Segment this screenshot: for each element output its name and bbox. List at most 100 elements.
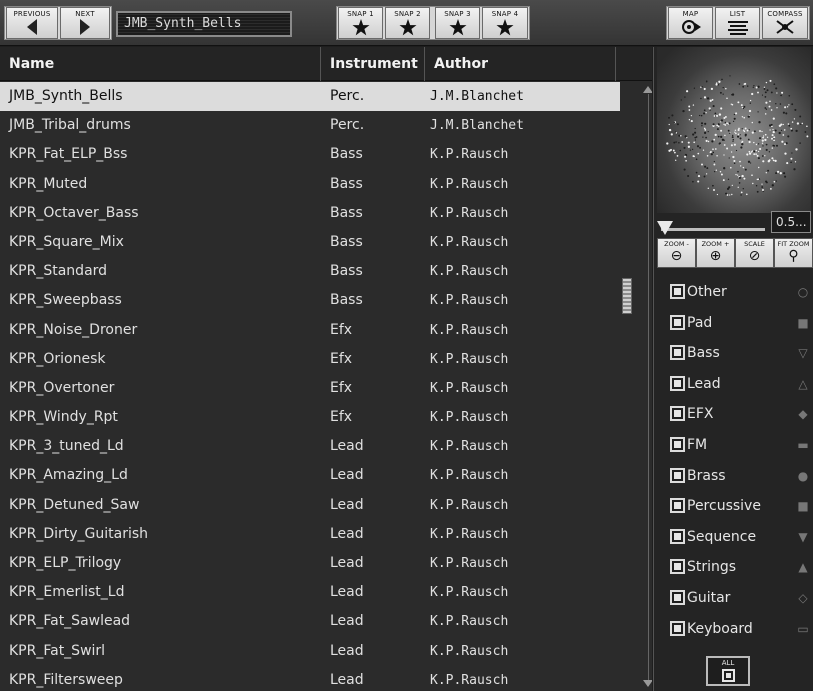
map-preset-dot[interactable] bbox=[773, 180, 776, 183]
map-preset-dot[interactable] bbox=[748, 150, 751, 153]
map-preset-dot[interactable] bbox=[786, 106, 789, 108]
map-preset-dot[interactable] bbox=[695, 171, 698, 174]
map-preset-dot[interactable] bbox=[734, 131, 736, 133]
map-preset-dot[interactable] bbox=[784, 175, 787, 178]
map-preset-dot[interactable] bbox=[757, 111, 759, 113]
table-row[interactable]: KPR_Sweepbass Bass K.P.Rausch bbox=[0, 286, 620, 315]
map-preset-dot[interactable] bbox=[735, 132, 737, 135]
map-preset-dot[interactable] bbox=[769, 79, 772, 82]
map-preset-dot[interactable] bbox=[786, 162, 789, 165]
map-preset-dot[interactable] bbox=[696, 145, 700, 148]
map-preset-dot[interactable] bbox=[709, 99, 712, 102]
map-preset-dot[interactable] bbox=[761, 186, 764, 188]
map-preset-dot[interactable] bbox=[761, 183, 763, 185]
category-guitar[interactable]: Guitar ◇ bbox=[668, 583, 810, 614]
map-preset-dot[interactable] bbox=[783, 129, 786, 131]
map-preset-dot[interactable] bbox=[715, 83, 718, 86]
map-preset-dot[interactable] bbox=[685, 159, 687, 162]
map-preset-dot[interactable] bbox=[688, 105, 691, 108]
map-preset-dot[interactable] bbox=[743, 177, 746, 180]
map-preset-dot[interactable] bbox=[673, 141, 676, 144]
map-preset-dot[interactable] bbox=[784, 152, 787, 155]
table-row[interactable]: KPR_Filtersweep Lead K.P.Rausch bbox=[0, 666, 620, 691]
map-preset-dot[interactable] bbox=[708, 107, 711, 110]
map-preset-dot[interactable] bbox=[736, 174, 739, 176]
map-preset-dot[interactable] bbox=[666, 142, 669, 145]
map-preset-dot[interactable] bbox=[780, 94, 782, 97]
map-preset-dot[interactable] bbox=[739, 160, 741, 163]
map-preset-dot[interactable] bbox=[719, 171, 722, 173]
map-preset-dot[interactable] bbox=[709, 150, 712, 153]
map-preset-dot[interactable] bbox=[757, 85, 760, 88]
map-preset-dot[interactable] bbox=[732, 140, 734, 142]
category-checkbox[interactable] bbox=[670, 284, 685, 299]
map-preset-dot[interactable] bbox=[752, 182, 754, 185]
map-preset-dot[interactable] bbox=[775, 87, 778, 90]
map-preset-dot[interactable] bbox=[748, 129, 750, 131]
category-checkbox[interactable] bbox=[670, 620, 685, 636]
map-preset-dot[interactable] bbox=[679, 149, 682, 152]
snap-2-button[interactable]: SNAP 2 bbox=[385, 7, 430, 39]
map-preset-dot[interactable] bbox=[712, 184, 714, 187]
map-preset-dot[interactable] bbox=[762, 135, 765, 137]
map-preset-dot[interactable] bbox=[764, 107, 767, 109]
map-preset-dot[interactable] bbox=[684, 96, 686, 98]
map-preset-dot[interactable] bbox=[700, 97, 702, 100]
table-row[interactable]: KPR_Muted Bass K.P.Rausch bbox=[0, 170, 620, 199]
map-preset-dot[interactable] bbox=[741, 128, 743, 130]
map-preset-dot[interactable] bbox=[771, 147, 774, 149]
map-preset-dot[interactable] bbox=[793, 168, 796, 171]
map-preset-dot[interactable] bbox=[735, 173, 737, 176]
map-preset-dot[interactable] bbox=[741, 174, 744, 178]
map-preset-dot[interactable] bbox=[784, 106, 787, 109]
map-preset-dot[interactable] bbox=[682, 109, 685, 113]
map-preset-dot[interactable] bbox=[746, 153, 749, 156]
map-preset-dot[interactable] bbox=[692, 104, 695, 106]
map-preset-dot[interactable] bbox=[686, 90, 689, 93]
map-preset-dot[interactable] bbox=[785, 112, 788, 115]
map-preset-dot[interactable] bbox=[705, 173, 708, 175]
map-preset-dot[interactable] bbox=[728, 157, 730, 159]
map-preset-dot[interactable] bbox=[770, 123, 773, 126]
map-preset-dot[interactable] bbox=[791, 152, 793, 154]
table-row[interactable]: KPR_ELP_Trilogy Lead K.P.Rausch bbox=[0, 549, 620, 578]
scroll-up-arrow-icon[interactable] bbox=[643, 86, 652, 93]
compass-view-button[interactable]: COMPASS bbox=[762, 7, 808, 39]
map-preset-dot[interactable] bbox=[729, 194, 731, 196]
map-preset-dot[interactable] bbox=[694, 131, 697, 134]
map-preset-dot[interactable] bbox=[761, 188, 765, 192]
map-preset-dot[interactable] bbox=[787, 135, 790, 138]
map-preset-dot[interactable] bbox=[670, 133, 673, 136]
map-preset-dot[interactable] bbox=[749, 162, 752, 164]
list-view-button[interactable]: LIST bbox=[715, 7, 760, 39]
map-preset-dot[interactable] bbox=[713, 115, 716, 117]
map-preset-dot[interactable] bbox=[728, 132, 731, 134]
map-preset-dot[interactable] bbox=[730, 151, 733, 153]
map-preset-dot[interactable] bbox=[675, 132, 678, 134]
map-preset-dot[interactable] bbox=[711, 140, 714, 143]
map-preset-dot[interactable] bbox=[765, 172, 767, 174]
map-preset-dot[interactable] bbox=[737, 133, 740, 136]
map-preset-dot[interactable] bbox=[668, 128, 672, 132]
map-preset-dot[interactable] bbox=[693, 155, 695, 158]
map-preset-dot[interactable] bbox=[723, 139, 725, 141]
map-preset-dot[interactable] bbox=[722, 86, 724, 89]
map-preset-dot[interactable] bbox=[712, 105, 715, 108]
map-preset-dot[interactable] bbox=[739, 137, 742, 140]
map-preset-dot[interactable] bbox=[718, 113, 722, 116]
map-preset-dot[interactable] bbox=[768, 151, 771, 153]
map-preset-dot[interactable] bbox=[790, 161, 792, 164]
map-preset-dot[interactable] bbox=[690, 120, 693, 123]
map-preset-dot[interactable] bbox=[785, 142, 788, 145]
map-preset-dot[interactable] bbox=[790, 157, 793, 160]
map-preset-dot[interactable] bbox=[737, 101, 740, 104]
map-preset-dot[interactable] bbox=[687, 141, 690, 144]
category-checkbox[interactable] bbox=[670, 375, 685, 391]
category-brass[interactable]: Brass ● bbox=[668, 461, 810, 492]
map-preset-dot[interactable] bbox=[770, 188, 772, 190]
map-preset-dot[interactable] bbox=[775, 180, 777, 182]
map-preset-dot[interactable] bbox=[705, 80, 708, 82]
map-preset-dot[interactable] bbox=[703, 131, 707, 135]
map-preset-dot[interactable] bbox=[732, 155, 735, 159]
map-preset-dot[interactable] bbox=[788, 124, 791, 127]
